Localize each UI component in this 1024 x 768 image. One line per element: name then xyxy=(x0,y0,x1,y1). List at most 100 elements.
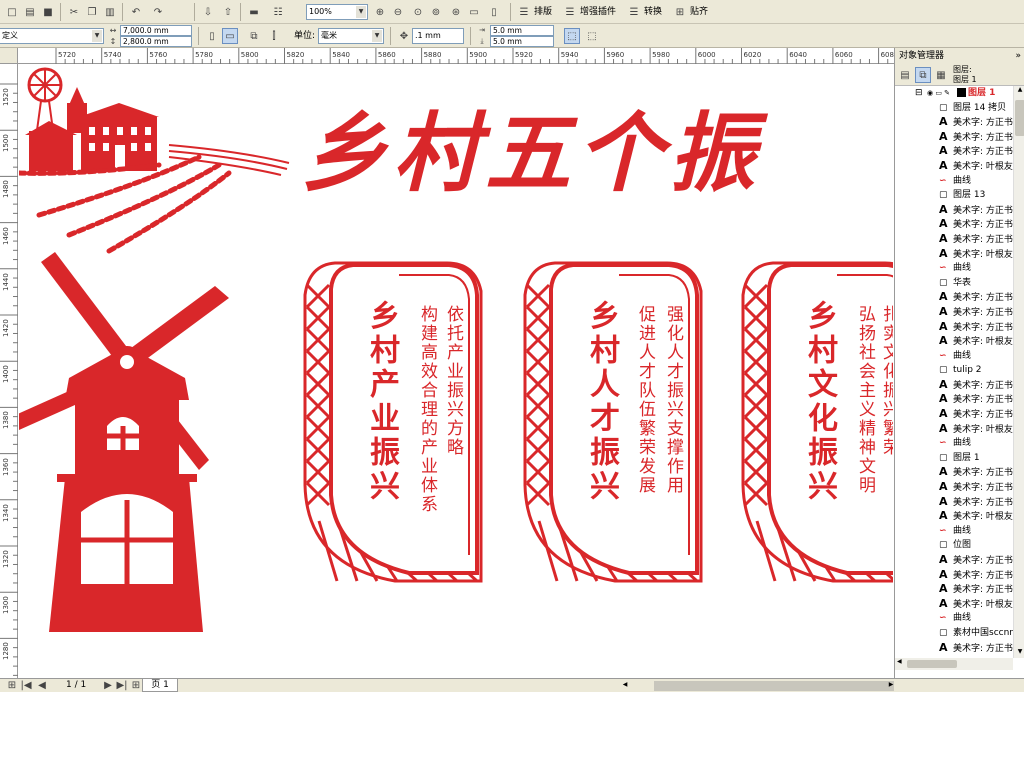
horizontal-ruler[interactable]: 5720 5740 5760 5780 5800 5820 5840 5860 5880 5900… xyxy=(18,48,898,64)
paste-icon[interactable]: ▥ xyxy=(102,4,118,20)
card-1-line-2[interactable]: 构建高效合理的产业体系 xyxy=(415,305,440,514)
object-tree-item[interactable]: A 美术字: 叶根友 xyxy=(895,509,1013,524)
object-tree-item[interactable]: A 美术字: 方正书 xyxy=(895,553,1013,568)
object-tree-item[interactable]: A 美术字: 叶根友 xyxy=(895,334,1013,349)
menu-convert[interactable]: 转换 xyxy=(644,4,662,20)
card-3-heading[interactable]: 乡村文化振兴 xyxy=(797,300,841,504)
object-tree-item[interactable]: ▢ 图层 13 xyxy=(895,188,1013,203)
page-tab-1[interactable]: 页 1 xyxy=(142,679,178,692)
open-icon[interactable]: ▤ xyxy=(22,4,38,20)
object-tree-item[interactable]: ∽ 曲线 xyxy=(895,174,1013,189)
object-tree-item[interactable]: A 美术字: 方正书 xyxy=(895,465,1013,480)
first-page-icon[interactable]: |◀ xyxy=(18,679,34,692)
object-tree-item[interactable]: A 美术字: 方正书 xyxy=(895,480,1013,495)
object-tree-item[interactable]: ▢ 图层 14 拷贝 xyxy=(895,101,1013,116)
ruler-corner[interactable] xyxy=(0,48,18,64)
treat-as-filled-icon[interactable]: ⬚ xyxy=(564,28,580,44)
save-icon[interactable]: ■ xyxy=(40,4,56,20)
object-tree-item[interactable]: A 美术字: 方正书 xyxy=(895,130,1013,145)
object-tree-item[interactable]: ∽ 曲线 xyxy=(895,349,1013,364)
scroll-left-icon[interactable]: ◀ xyxy=(897,658,902,665)
undo-icon[interactable]: ↶ xyxy=(128,4,144,20)
page-height-field[interactable]: 2,800.0 mm xyxy=(120,36,192,47)
layer-manager-view-icon[interactable]: ▦ xyxy=(933,67,949,83)
scrollbar-thumb[interactable] xyxy=(1015,100,1024,136)
card-1-line-1[interactable]: 依托产业振兴方略 xyxy=(441,305,466,457)
chevron-down-icon[interactable]: ▼ xyxy=(356,6,366,18)
snap-icon[interactable]: ⊞ xyxy=(672,4,688,20)
card-3-line-1[interactable]: 扎实文化振兴繁荣 xyxy=(877,305,893,457)
plugin-icon[interactable]: ☰ xyxy=(562,4,578,20)
previous-page-icon[interactable]: ◀ xyxy=(34,679,50,692)
draw-object-icon[interactable]: ⬚ xyxy=(584,28,600,44)
cut-icon[interactable]: ✂ xyxy=(66,4,82,20)
object-tree-item[interactable]: A 美术字: 方正书 xyxy=(895,115,1013,130)
menu-plugins[interactable]: 增强插件 xyxy=(580,4,616,20)
object-tree-item[interactable]: ∽ 曲线 xyxy=(895,261,1013,276)
object-tree-item[interactable]: ▢ 图层 1 xyxy=(895,451,1013,466)
card-2-line-2[interactable]: 促进人才队伍繁荣发展 xyxy=(633,305,658,495)
expand-panel-icon[interactable]: » xyxy=(1015,48,1021,64)
edit-across-layers-icon[interactable]: ⧉ xyxy=(915,67,931,83)
publish-icon[interactable]: ▬ xyxy=(246,4,262,20)
object-tree-item[interactable]: A 美术字: 叶根友 xyxy=(895,422,1013,437)
canvas-scroll-right-icon[interactable]: ▶ xyxy=(886,681,896,691)
object-tree-horizontal-scrollbar[interactable]: ◀ xyxy=(895,658,1013,670)
object-tree-item[interactable]: A 美术字: 方正书 xyxy=(895,217,1013,232)
object-tree-item[interactable]: A 美术字: 方正书 xyxy=(895,290,1013,305)
zoom-level-field[interactable]: 100% ▼ xyxy=(306,4,368,20)
scroll-down-icon[interactable]: ▼ xyxy=(1015,648,1024,658)
object-tree-item[interactable]: ∽ 曲线 xyxy=(895,524,1013,539)
current-page-icon[interactable]: ⫿ xyxy=(266,28,282,44)
zoom-all-icon[interactable]: ⊚ xyxy=(428,4,444,20)
object-tree-item[interactable]: A 美术字: 方正书 xyxy=(895,305,1013,320)
nudge-distance-field[interactable]: .1 mm xyxy=(412,28,464,44)
object-tree-item[interactable]: A 美术字: 方正书 xyxy=(895,203,1013,218)
card-2-line-1[interactable]: 强化人才振兴支撑作用 xyxy=(661,305,686,495)
object-tree-item[interactable]: A 美术字: 方正书 xyxy=(895,144,1013,159)
object-tree-item[interactable]: ▢ 华表 xyxy=(895,276,1013,291)
zoom-in-icon[interactable]: ⊕ xyxy=(372,4,388,20)
object-tree-item[interactable]: A 美术字: 叶根友 xyxy=(895,597,1013,612)
drawing-canvas[interactable]: 乡村五个振 乡村产业振兴 依托产业振兴方略 构建高效合理的产业体系 乡村人才振兴… xyxy=(19,65,893,677)
all-pages-icon[interactable]: ⧉ xyxy=(246,28,262,44)
scroll-up-icon[interactable]: ▲ xyxy=(1015,86,1024,96)
object-tree-item[interactable]: A 美术字: 叶根友 xyxy=(895,159,1013,174)
zoom-page-icon[interactable]: ⊛ xyxy=(448,4,464,20)
zoom-selection-icon[interactable]: ⊙ xyxy=(410,4,426,20)
card-3-line-2[interactable]: 弘扬社会主义精神文明 xyxy=(853,305,878,495)
page-preset-select[interactable]: 定义 ▼ xyxy=(0,28,104,44)
object-tree-item[interactable]: ∽ 曲线 xyxy=(895,436,1013,451)
zoom-out-icon[interactable]: ⊖ xyxy=(390,4,406,20)
object-tree-item[interactable]: A 美术字: 方正书 xyxy=(895,641,1013,656)
collapse-icon[interactable]: ⊟ xyxy=(915,86,923,101)
card-1-heading[interactable]: 乡村产业振兴 xyxy=(359,300,403,504)
object-tree-item[interactable]: ▢ tulip 2 xyxy=(895,363,1013,378)
horizontal-scrollbar-thumb[interactable] xyxy=(907,660,957,668)
redo-icon[interactable]: ↷ xyxy=(150,4,166,20)
object-tree-item[interactable]: A 美术字: 方正书 xyxy=(895,392,1013,407)
show-properties-icon[interactable]: ▤ xyxy=(897,67,913,83)
object-tree-item[interactable]: A 美术字: 方正书 xyxy=(895,407,1013,422)
object-tree-item[interactable]: A 美术字: 方正书 xyxy=(895,232,1013,247)
object-tree-item[interactable]: ∽ 曲线 xyxy=(895,611,1013,626)
canvas-scroll-left-icon[interactable]: ◀ xyxy=(620,681,630,691)
object-tree-item[interactable]: A 美术字: 方正书 xyxy=(895,568,1013,583)
new-document-icon[interactable]: □ xyxy=(4,4,20,20)
zoom-height-icon[interactable]: ▯ xyxy=(486,4,502,20)
object-tree-vertical-scrollbar[interactable]: ▲ ▼ xyxy=(1013,86,1024,658)
layer-visibility-icon[interactable]: ◉ ▭ ✎ xyxy=(927,86,950,101)
menu-snap[interactable]: 贴齐 xyxy=(690,4,708,20)
duplicate-y-field[interactable]: 5.0 mm xyxy=(490,36,554,47)
portrait-icon[interactable]: ▯ xyxy=(204,28,220,44)
object-tree-item[interactable]: ▢ 位图 xyxy=(895,538,1013,553)
convert-icon[interactable]: ☰ xyxy=(626,4,642,20)
object-tree-item[interactable]: ▢ 素材中国sccnn xyxy=(895,626,1013,641)
banner-title[interactable]: 乡村五个振 xyxy=(301,83,761,208)
landscape-icon[interactable]: ▭ xyxy=(222,28,238,44)
copy-icon[interactable]: ❐ xyxy=(84,4,100,20)
zoom-width-icon[interactable]: ▭ xyxy=(466,4,482,20)
object-tree-item[interactable]: ⊟ ◉ ▭ ✎ 图层 1 xyxy=(895,86,1013,101)
duplicate-x-field[interactable]: 5.0 mm xyxy=(490,25,554,36)
object-tree-item[interactable]: A 美术字: 方正书 xyxy=(895,495,1013,510)
